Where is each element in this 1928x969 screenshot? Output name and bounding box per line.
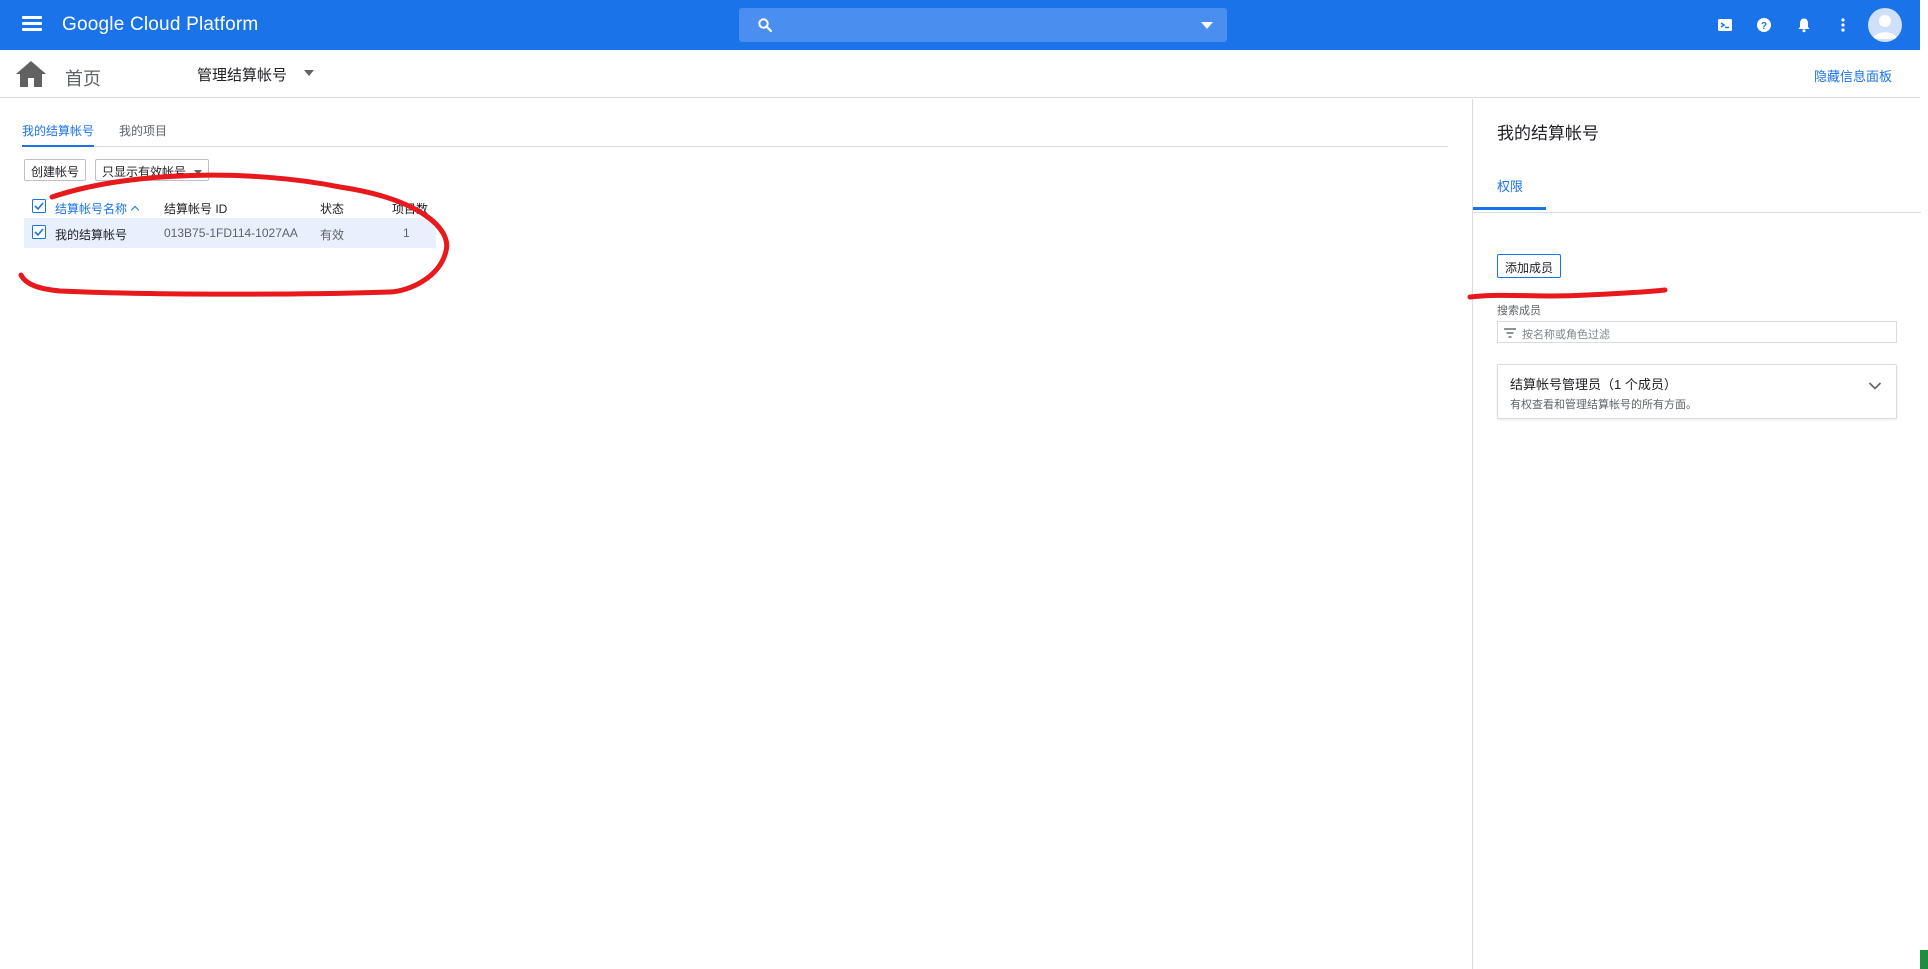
page-header: 首页 管理结算帐号 隐藏信息面板 [0,50,1920,98]
add-member-button[interactable]: 添加成员 [1497,254,1562,278]
svg-text:?: ? [1761,21,1767,32]
scrollbar-accent [1920,950,1928,969]
account-avatar[interactable] [1868,8,1902,42]
role-description: 有权查看和管理结算帐号的所有方面。 [1510,399,1697,411]
info-panel: 我的结算帐号 权限 添加成员 搜索成员 按名称或角色过滤 结算帐号管理员（1 个… [1467,99,1921,969]
expand-chevron-icon[interactable] [1868,381,1882,391]
home-label[interactable]: 首页 [65,65,101,91]
more-vert-icon[interactable] [1832,14,1854,36]
filter-icon [1504,328,1516,338]
tab-permissions[interactable]: 权限 [1473,167,1546,210]
account-id: 013B75-1FD114-1027AA [164,226,298,240]
create-account-button[interactable]: 创建帐号 [24,159,87,181]
column-header-id[interactable]: 结算帐号 ID [164,200,227,217]
column-header-status[interactable]: 状态 [320,200,344,217]
filter-button-label: 只显示有效帐号 [102,165,187,179]
tab-my-billing-accounts[interactable]: 我的结算帐号 [22,122,95,147]
panel-title: 我的结算帐号 [1497,124,1599,143]
chevron-down-icon[interactable] [304,70,314,76]
sort-ascending-icon [130,205,140,215]
account-status: 有效 [320,228,345,242]
column-header-name-label: 结算帐号名称 [55,202,128,216]
search-dropdown-caret-icon[interactable] [1201,22,1213,29]
chevron-down-icon [194,170,203,176]
member-search-placeholder: 按名称或角色过滤 [1522,329,1610,341]
notifications-icon[interactable] [1793,14,1815,36]
table-header: 结算帐号名称 结算帐号 ID 状态 项目数 [24,194,436,218]
product-brand[interactable]: Google Cloud Platform [62,14,258,36]
table-row[interactable]: 我的结算帐号 013B75-1FD114-1027AA 有效 1 [24,218,436,248]
tab-bar: 我的结算帐号 我的项目 [22,119,1448,147]
role-card-billing-admin[interactable]: 结算帐号管理员（1 个成员） 有权查看和管理结算帐号的所有方面。 [1497,364,1897,419]
menu-icon[interactable] [18,13,46,37]
panel-divider [1473,212,1921,213]
page-title: 管理结算帐号 [197,67,288,84]
main-content: 我的结算帐号 我的项目 创建帐号 只显示有效帐号 结算帐号名称 结算帐号 ID … [0,99,1472,969]
cloud-shell-icon[interactable] [1714,14,1736,36]
select-all-checkbox[interactable] [32,199,46,213]
column-header-name[interactable]: 结算帐号名称 [55,200,140,217]
top-app-bar: Google Cloud Platform ? [0,0,1920,50]
active-accounts-filter-button[interactable]: 只显示有效帐号 [95,159,210,181]
tab-my-projects[interactable]: 我的项目 [119,122,167,145]
row-checkbox[interactable] [32,225,46,239]
home-icon[interactable] [14,59,48,89]
column-header-projects[interactable]: 项目数 [392,200,428,217]
search-icon [758,18,773,33]
hide-info-panel-link[interactable]: 隐藏信息面板 [1814,66,1892,85]
account-project-count: 1 [403,226,410,240]
member-search-label: 搜索成员 [1497,305,1541,317]
member-search-input[interactable]: 按名称或角色过滤 [1497,321,1897,343]
billing-accounts-table: 结算帐号名称 结算帐号 ID 状态 项目数 我的结算帐号 013B75-1FD1… [24,194,436,248]
role-name: 结算帐号管理员（1 个成员） [1510,377,1677,392]
search-bar[interactable] [739,8,1227,42]
help-icon[interactable]: ? [1753,14,1775,36]
account-name-link[interactable]: 我的结算帐号 [55,226,127,243]
